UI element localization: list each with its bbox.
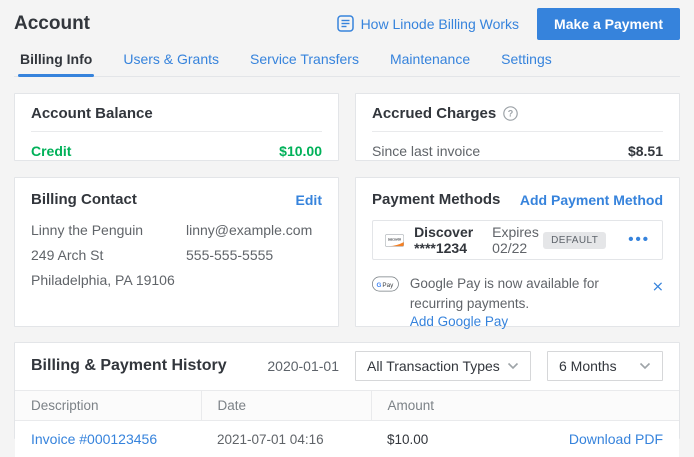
payment-methods-card: Payment Methods Add Payment Method DISCO… [355, 177, 680, 327]
page-title: Account [14, 13, 90, 35]
tab-users-grants[interactable]: Users & Grants [121, 44, 221, 76]
payment-method-label: Discover ****1234 [414, 224, 483, 256]
add-payment-method-button[interactable]: Add Payment Method [520, 192, 663, 208]
time-range-select[interactable]: 6 Months [547, 351, 663, 381]
google-pay-message: Google Pay is now available for recurrin… [410, 274, 643, 313]
svg-text:Pay: Pay [382, 282, 394, 289]
chevron-down-icon [639, 362, 651, 370]
balance-label: Credit [31, 143, 71, 159]
edit-contact-button[interactable]: Edit [296, 192, 322, 208]
download-pdf-link[interactable]: Download PDF [569, 431, 663, 447]
page-header: Account How Linode Billing Works Make a … [14, 0, 680, 40]
accrued-charges-amount: $8.51 [628, 143, 663, 159]
account-balance-card: Account Balance Credit $10.00 [14, 93, 339, 161]
contact-phone: 555-555-5555 [186, 247, 312, 263]
account-balance-title: Account Balance [31, 105, 153, 122]
summary-cards: Account Balance Credit $10.00 Accrued Ch… [14, 93, 680, 161]
detail-cards: Billing Contact Edit Linny the Penguin 2… [14, 177, 680, 327]
transaction-type-value: All Transaction Types [367, 358, 500, 374]
svg-text:G: G [376, 282, 381, 289]
google-pay-icon: G Pay [372, 274, 399, 294]
header-actions: How Linode Billing Works Make a Payment [337, 8, 680, 40]
payment-method-row: DISCOVER Discover ****1234 Expires 02/22… [372, 220, 663, 260]
tab-billing-info[interactable]: Billing Info [18, 44, 94, 76]
accrued-charges-title: Accrued Charges [372, 105, 496, 122]
time-range-value: 6 Months [559, 358, 617, 374]
transaction-type-select[interactable]: All Transaction Types [355, 351, 531, 381]
payment-methods-title: Payment Methods [372, 191, 500, 208]
tab-maintenance[interactable]: Maintenance [388, 44, 472, 76]
accrued-charges-card: Accrued Charges ? Since last invoice $8.… [355, 93, 680, 161]
contact-email: linny@example.com [186, 222, 312, 238]
google-pay-notice: G Pay Google Pay is now available for re… [372, 274, 663, 329]
default-badge: DEFAULT [543, 232, 606, 249]
contact-name: Linny the Penguin [31, 222, 186, 238]
close-icon[interactable] [653, 280, 663, 293]
help-icon[interactable]: ? [503, 106, 518, 121]
document-icon [337, 15, 354, 32]
history-table: Description Date Amount Invoice #0001234… [15, 390, 679, 457]
column-header-date: Date [201, 391, 371, 421]
date-filter[interactable]: 2020-01-01 [267, 358, 339, 374]
contact-address-column: Linny the Penguin 249 Arch St Philadelph… [31, 222, 186, 288]
payment-method-expiry: Expires 02/22 [492, 224, 543, 256]
accrued-charges-label: Since last invoice [372, 143, 480, 159]
column-header-amount: Amount [371, 391, 679, 421]
discover-card-icon: DISCOVER [385, 230, 404, 251]
contact-info-column: linny@example.com 555-555-5555 [186, 222, 312, 288]
billing-contact-card: Billing Contact Edit Linny the Penguin 2… [14, 177, 339, 327]
billing-history-title: Billing & Payment History [31, 357, 227, 375]
column-header-description: Description [15, 391, 201, 421]
add-google-pay-link[interactable]: Add Google Pay [410, 314, 508, 329]
make-payment-button[interactable]: Make a Payment [537, 8, 680, 40]
billing-history-section: Billing & Payment History 2020-01-01 All… [14, 342, 680, 439]
svg-text:DISCOVER: DISCOVER [388, 238, 401, 241]
how-billing-works-link[interactable]: How Linode Billing Works [337, 15, 519, 32]
billing-contact-title: Billing Contact [31, 191, 137, 208]
svg-text:?: ? [508, 109, 514, 119]
how-billing-works-label: How Linode Billing Works [361, 16, 519, 32]
balance-amount: $10.00 [279, 143, 322, 159]
history-filters: 2020-01-01 All Transaction Types 6 Month… [267, 351, 663, 381]
tab-service-transfers[interactable]: Service Transfers [248, 44, 361, 76]
contact-address-line2: Philadelphia, PA 19106 [31, 272, 186, 288]
tab-settings[interactable]: Settings [499, 44, 554, 76]
invoice-link[interactable]: Invoice #000123456 [31, 431, 157, 447]
chevron-down-icon [507, 362, 519, 370]
payment-method-menu-button[interactable]: ••• [628, 235, 650, 245]
account-tabs: Billing Info Users & Grants Service Tran… [14, 44, 680, 77]
contact-address-line1: 249 Arch St [31, 247, 186, 263]
account-page: Account How Linode Billing Works Make a … [0, 0, 694, 439]
